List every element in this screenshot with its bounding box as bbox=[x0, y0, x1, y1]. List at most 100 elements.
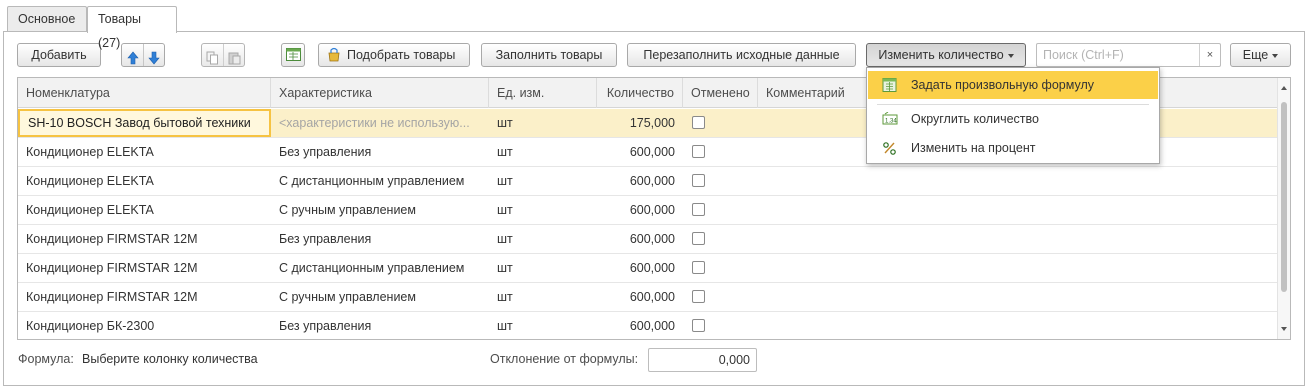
cell-unit[interactable]: шт bbox=[489, 283, 597, 311]
cell-unit[interactable]: шт bbox=[489, 138, 597, 166]
cell-item[interactable]: Кондиционер FIRMSTAR 12M bbox=[18, 254, 271, 282]
change-quantity-button[interactable]: Изменить количество bbox=[866, 43, 1026, 67]
cell-characteristic[interactable]: С ручным управлением bbox=[271, 196, 489, 224]
column-header-characteristic[interactable]: Характеристика bbox=[271, 78, 489, 108]
refill-source-data-button[interactable]: Перезаполнить исходные данные bbox=[627, 43, 856, 67]
cell-characteristic[interactable]: Без управления bbox=[271, 138, 489, 166]
paste-icon bbox=[228, 52, 240, 65]
cell-unit[interactable]: шт bbox=[489, 196, 597, 224]
table-row[interactable]: Кондиционер ELEKTA С ручным управлением шт… bbox=[18, 196, 1278, 225]
cancelled-checkbox[interactable] bbox=[692, 203, 705, 216]
search-box: × bbox=[1036, 43, 1221, 67]
change-quantity-label: Изменить количество bbox=[878, 48, 1004, 62]
copy-button[interactable] bbox=[202, 44, 223, 66]
basket-icon bbox=[328, 47, 340, 62]
column-header-item[interactable]: Номенклатура bbox=[18, 78, 271, 108]
menu-item-custom-formula[interactable]: Задать произвольную формулу bbox=[868, 71, 1158, 99]
move-down-button[interactable] bbox=[143, 44, 164, 66]
cell-unit[interactable]: шт bbox=[489, 109, 597, 137]
chevron-down-icon bbox=[1007, 53, 1014, 58]
add-button[interactable]: Добавить bbox=[17, 43, 101, 67]
paste-button[interactable] bbox=[223, 44, 244, 66]
cell-quantity[interactable]: 600,000 bbox=[597, 312, 683, 339]
cell-comment[interactable] bbox=[758, 225, 1278, 253]
formula-value: Выберите колонку количества bbox=[82, 352, 258, 366]
deviation-label: Отклонение от формулы: bbox=[490, 352, 639, 366]
cell-item[interactable]: Кондиционер FIRMSTAR 12M bbox=[18, 225, 271, 253]
cell-comment[interactable] bbox=[758, 312, 1278, 339]
menu-item-change-percent[interactable]: Изменить на процент bbox=[868, 134, 1158, 162]
cell-characteristic[interactable]: С дистанционным управлением bbox=[271, 167, 489, 195]
clipboard-buttons bbox=[201, 43, 245, 67]
cell-item[interactable]: Кондиционер ELEKTA bbox=[18, 138, 271, 166]
clear-search-button[interactable]: × bbox=[1199, 44, 1220, 66]
menu-item-label: Округлить количество bbox=[911, 112, 1039, 126]
cell-characteristic[interactable]: С ручным управлением bbox=[271, 283, 489, 311]
table-row[interactable]: Кондиционер FIRMSTAR 12M С дистанционным … bbox=[18, 254, 1278, 283]
arrow-down-icon bbox=[148, 51, 160, 65]
table-row[interactable]: Кондиционер FIRMSTAR 12M С ручным управле… bbox=[18, 283, 1278, 312]
cell-characteristic[interactable]: Без управления bbox=[271, 225, 489, 253]
search-input[interactable] bbox=[1037, 44, 1197, 66]
tab-main[interactable]: Основное bbox=[7, 6, 87, 32]
cell-quantity[interactable]: 600,000 bbox=[597, 283, 683, 311]
cancelled-checkbox[interactable] bbox=[692, 145, 705, 158]
table-row[interactable]: Кондиционер БК-2300 Без управления шт 600,0… bbox=[18, 312, 1278, 339]
table-row[interactable]: Кондиционер ELEKTA С дистанционным управл… bbox=[18, 167, 1278, 196]
cancelled-checkbox[interactable] bbox=[692, 174, 705, 187]
round-icon: 1.34 bbox=[882, 112, 898, 125]
cell-quantity[interactable]: 600,000 bbox=[597, 254, 683, 282]
scroll-up-icon[interactable] bbox=[1281, 86, 1287, 90]
scroll-down-icon[interactable] bbox=[1281, 327, 1287, 331]
cancelled-checkbox[interactable] bbox=[692, 116, 705, 129]
move-up-button[interactable] bbox=[122, 44, 143, 66]
chevron-down-icon bbox=[1272, 53, 1279, 58]
cell-comment[interactable] bbox=[758, 283, 1278, 311]
column-header-quantity[interactable]: Количество bbox=[597, 78, 683, 108]
formula-label: Формула: bbox=[18, 352, 74, 366]
menu-item-round-quantity[interactable]: 1.34 Округлить количество bbox=[868, 105, 1158, 133]
cell-item[interactable]: Кондиционер БК-2300 bbox=[18, 312, 271, 339]
svg-text:1.34: 1.34 bbox=[885, 119, 897, 125]
cell-characteristic[interactable]: С дистанционным управлением bbox=[271, 254, 489, 282]
column-header-unit[interactable]: Ед. изм. bbox=[489, 78, 597, 108]
cell-characteristic[interactable]: <характеристики не использую... bbox=[271, 109, 489, 137]
cell-unit[interactable]: шт bbox=[489, 312, 597, 339]
cancelled-checkbox[interactable] bbox=[692, 290, 705, 303]
cell-quantity[interactable]: 600,000 bbox=[597, 167, 683, 195]
formula-icon bbox=[882, 78, 897, 92]
cell-unit[interactable]: шт bbox=[489, 225, 597, 253]
cell-quantity[interactable]: 175,000 bbox=[597, 109, 683, 137]
cell-item[interactable]: Кондиционер ELEKTA bbox=[18, 196, 271, 224]
cell-unit[interactable]: шт bbox=[489, 254, 597, 282]
excel-button[interactable] bbox=[281, 43, 305, 67]
arrow-up-icon bbox=[126, 51, 139, 65]
more-button[interactable]: Еще bbox=[1230, 43, 1291, 67]
menu-item-label: Задать произвольную формулу bbox=[911, 78, 1094, 92]
cell-quantity[interactable]: 600,000 bbox=[597, 196, 683, 224]
cell-characteristic[interactable]: Без управления bbox=[271, 312, 489, 339]
vertical-scrollbar[interactable] bbox=[1277, 78, 1290, 339]
tab-goods[interactable]: Товары (27) bbox=[87, 6, 177, 50]
cell-item[interactable]: Кондиционер ELEKTA bbox=[18, 167, 271, 195]
cell-comment[interactable] bbox=[758, 167, 1278, 195]
cell-unit[interactable]: шт bbox=[489, 167, 597, 195]
cell-comment[interactable] bbox=[758, 254, 1278, 282]
pick-goods-label: Подобрать товары bbox=[347, 48, 456, 62]
cell-item[interactable]: SH-10 BOSCH Завод бытовой техники bbox=[18, 109, 271, 137]
cell-quantity[interactable]: 600,000 bbox=[597, 225, 683, 253]
change-quantity-menu: Задать произвольную формулу 1.34 Округли… bbox=[866, 67, 1160, 164]
cell-quantity[interactable]: 600,000 bbox=[597, 138, 683, 166]
more-label: Еще bbox=[1242, 48, 1269, 62]
table-row[interactable]: Кондиционер FIRMSTAR 12M Без управления шт… bbox=[18, 225, 1278, 254]
cancelled-checkbox[interactable] bbox=[692, 232, 705, 245]
column-header-cancelled[interactable]: Отменено bbox=[683, 78, 758, 108]
cancelled-checkbox[interactable] bbox=[692, 261, 705, 274]
cell-comment[interactable] bbox=[758, 196, 1278, 224]
deviation-field[interactable]: 0,000 bbox=[648, 348, 757, 372]
scroll-thumb[interactable] bbox=[1281, 102, 1287, 292]
cancelled-checkbox[interactable] bbox=[692, 319, 705, 332]
pick-goods-button[interactable]: Подобрать товары bbox=[318, 43, 470, 67]
cell-item[interactable]: Кондиционер FIRMSTAR 12M bbox=[18, 283, 271, 311]
fill-goods-button[interactable]: Заполнить товары bbox=[481, 43, 617, 67]
